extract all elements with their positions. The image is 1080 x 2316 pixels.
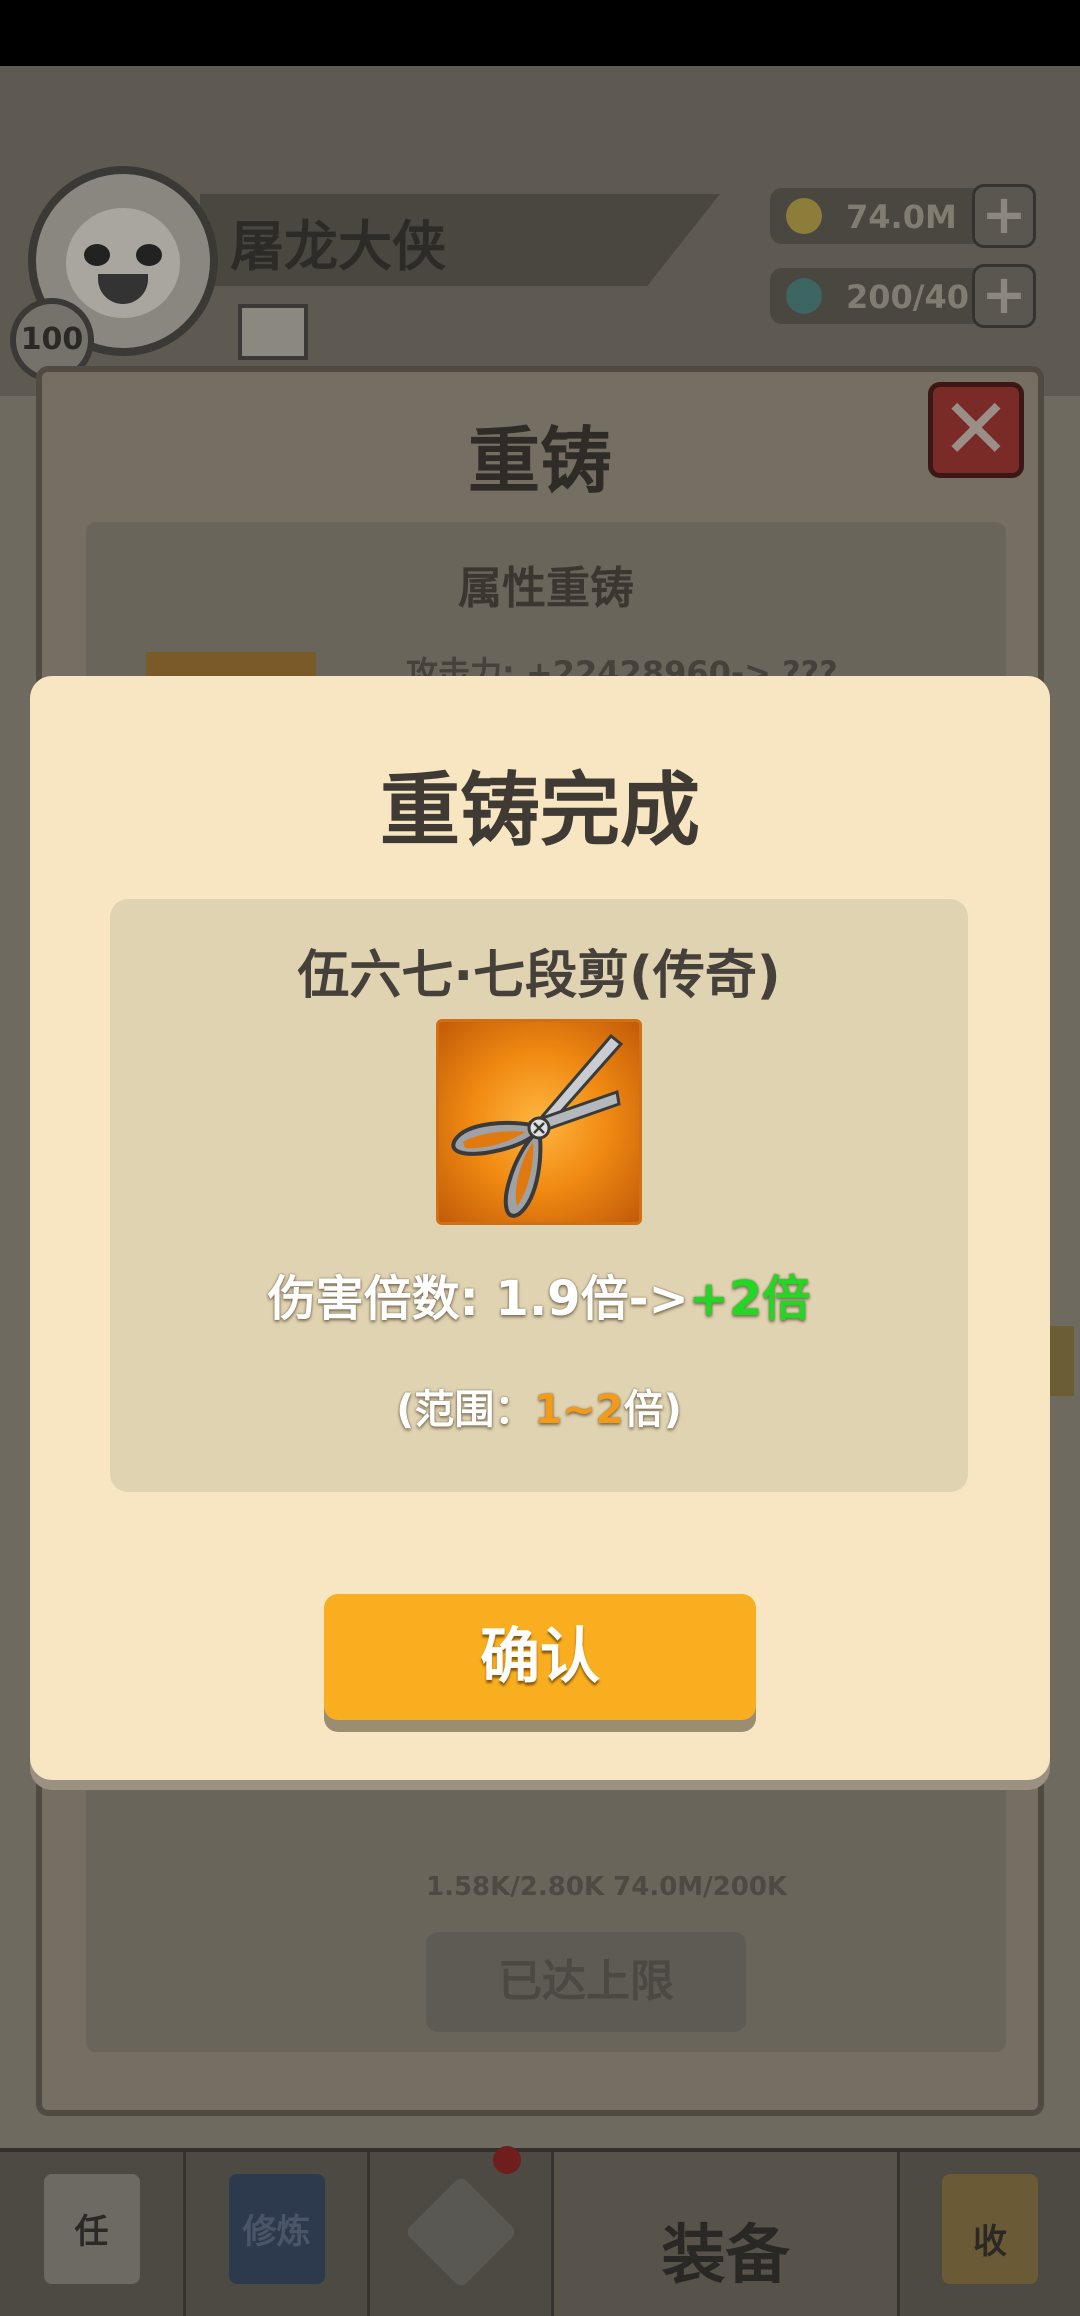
reforge-cost: 1.58K/2.80K 74.0M/200K xyxy=(426,1872,788,1902)
damage-multiplier: 伤害倍数: 1.9倍->+2倍 xyxy=(110,1259,968,1329)
nav-tab-collect[interactable]: 收 xyxy=(900,2152,1080,2316)
nav-tab-collect-label: 收 xyxy=(973,2222,1007,2262)
coin-icon xyxy=(786,198,822,234)
attribute-reforge-title: 属性重铸 xyxy=(458,563,634,614)
status-bar xyxy=(0,0,1080,66)
nav-tab-equipment-label: 装备 xyxy=(661,2219,790,2293)
notification-dot xyxy=(493,2146,521,2174)
result-card: 伍六七·七段剪(传奇) 伤害倍数: 1.9倍->+2倍 (范围：1~2倍) xyxy=(110,899,968,1492)
bottom-nav: 任 修炼 装备 收 xyxy=(0,2146,1080,2316)
range-value: 1~2 xyxy=(534,1387,624,1433)
dialog-title: 重铸完成 xyxy=(380,764,700,857)
range-prefix: (范围： xyxy=(396,1387,535,1433)
reforge-complete-dialog: 重铸完成 伍六七·七段剪(传奇) 伤害倍数: 1.9倍->+2倍 (范围：1~2… xyxy=(30,676,1050,1780)
add-gold-button[interactable]: + xyxy=(972,184,1036,248)
avatar-mouth xyxy=(98,274,148,304)
gold-resource: 74.0M + xyxy=(770,184,1036,248)
nav-tab-battle[interactable] xyxy=(370,2146,554,2316)
building-icon: 收 xyxy=(942,2174,1038,2284)
damage-multiplier-old: 伤害倍数: 1.9倍-> xyxy=(267,1271,689,1327)
gold-amount: 74.0M xyxy=(846,198,957,236)
confirm-button[interactable]: 确认 xyxy=(324,1594,756,1720)
player-name: 屠龙大侠 xyxy=(230,215,446,278)
range-suffix: 倍) xyxy=(623,1387,682,1433)
gem-icon xyxy=(786,278,822,314)
scissors-icon xyxy=(436,1019,642,1225)
crossed-swords-icon xyxy=(403,2175,518,2289)
nav-tab-tasks[interactable]: 任 xyxy=(0,2152,186,2316)
nav-tab-training-label: 修炼 xyxy=(242,2212,311,2252)
add-gem-button[interactable]: + xyxy=(972,264,1036,328)
gem-amount: 200/40 xyxy=(846,278,970,316)
nav-tab-equipment[interactable]: 装备 xyxy=(554,2152,900,2316)
player-header: 100 屠龙大侠 74.0M + 200/40 + xyxy=(0,66,1080,396)
nav-tab-training[interactable]: 修炼 xyxy=(186,2152,370,2316)
nav-tab-tasks-label: 任 xyxy=(74,2212,109,2252)
close-button[interactable]: ✕ xyxy=(928,382,1024,478)
multiplier-range: (范围：1~2倍) xyxy=(110,1377,968,1435)
mail-icon[interactable] xyxy=(238,304,308,360)
gem-resource: 200/40 + xyxy=(770,264,1036,328)
book-icon: 修炼 xyxy=(228,2174,325,2284)
damage-multiplier-new: +2倍 xyxy=(688,1271,811,1327)
avatar-eye xyxy=(84,244,110,266)
scroll-icon: 任 xyxy=(43,2174,140,2284)
avatar-eye xyxy=(136,244,162,266)
reforge-panel-title: 重铸 xyxy=(467,419,612,503)
avatar-face xyxy=(66,208,180,318)
max-reached-button[interactable]: 已达上限 xyxy=(426,1932,746,2032)
item-name: 伍六七·七段剪(传奇) xyxy=(297,946,781,1006)
